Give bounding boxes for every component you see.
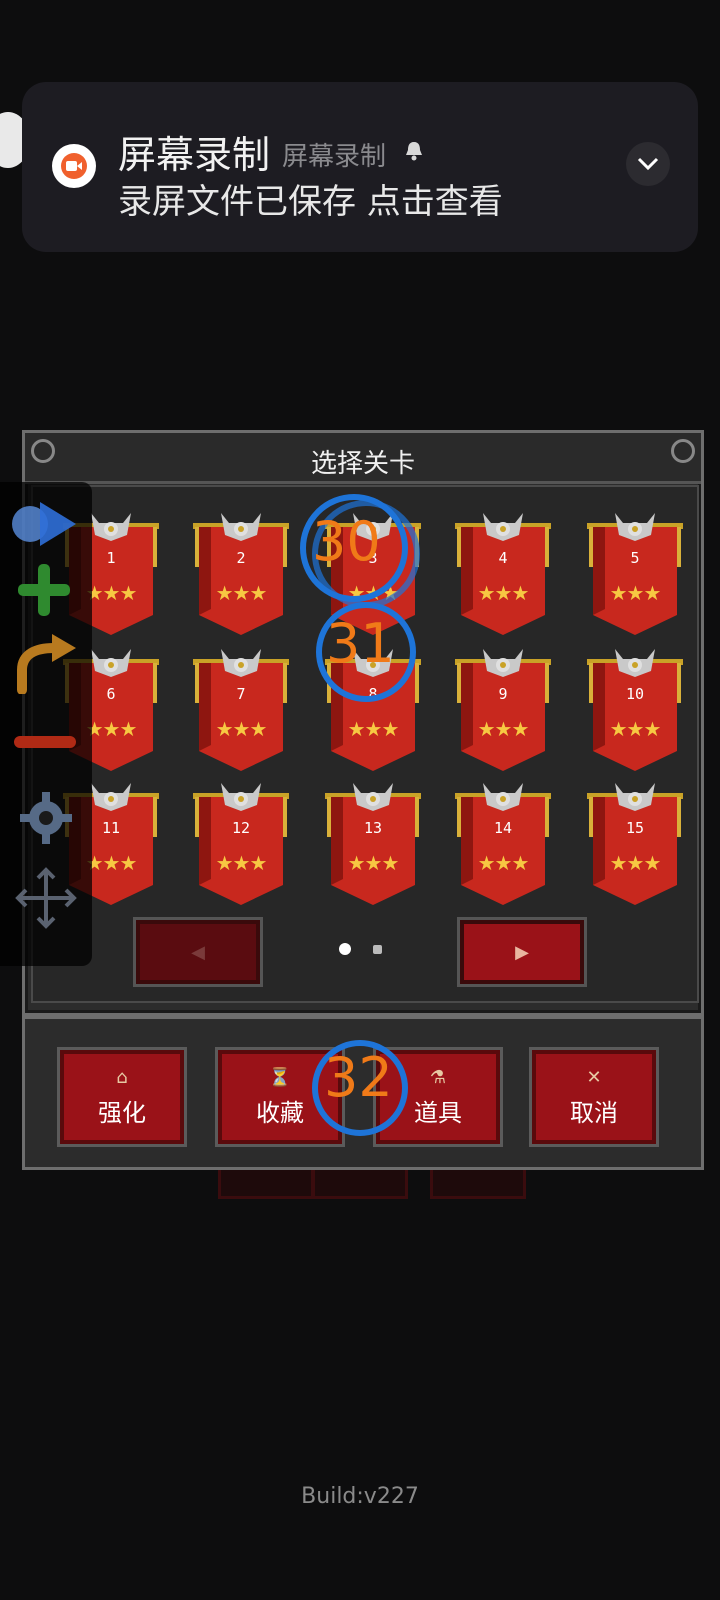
items-label: 道具 xyxy=(414,1098,462,1127)
level-stars: ★★★ xyxy=(477,717,530,741)
cancel-label: 取消 xyxy=(570,1098,618,1127)
level-stars: ★★★ xyxy=(215,851,268,875)
page-dot xyxy=(373,945,382,954)
upgrade-icon: ⌂ xyxy=(116,1066,128,1088)
banner-shape-icon xyxy=(193,513,289,635)
notification-body: 录屏文件已保存 点击查看 xyxy=(118,182,503,222)
level-number: 14 xyxy=(493,819,513,837)
banner-shape-icon xyxy=(455,783,551,905)
notification-app-name: 屏幕录制 xyxy=(282,142,387,172)
level-banner[interactable]: 2 ★★★ xyxy=(191,511,291,641)
level-number: 12 xyxy=(231,819,251,837)
cancel-button[interactable]: ✕ 取消 xyxy=(529,1047,659,1147)
floating-tool-panel xyxy=(0,482,92,966)
upgrade-button[interactable]: ⌂ 强化 xyxy=(57,1047,187,1147)
level-stars: ★★★ xyxy=(215,717,268,741)
level-number: 4 xyxy=(498,549,508,567)
level-banner[interactable]: 15 ★★★ xyxy=(585,781,685,911)
level-banner[interactable]: 12 ★★★ xyxy=(191,781,291,911)
touch-marker-number: 32 xyxy=(324,1046,393,1109)
collection-label: 收藏 xyxy=(256,1098,304,1127)
banner-shape-icon xyxy=(325,783,421,905)
bell-icon xyxy=(404,140,424,166)
notification-title: 屏幕录制 xyxy=(118,133,271,177)
level-number: 9 xyxy=(498,685,508,703)
add-icon[interactable] xyxy=(14,560,74,624)
level-number: 7 xyxy=(236,685,246,703)
play-icon[interactable] xyxy=(10,496,80,556)
level-banner[interactable]: 5 ★★★ xyxy=(585,511,685,641)
banner-shape-icon xyxy=(455,513,551,635)
level-stars: ★★★ xyxy=(609,717,662,741)
banner-shape-icon xyxy=(587,783,683,905)
move-arrows-icon[interactable] xyxy=(14,866,78,934)
level-banner[interactable]: 4 ★★★ xyxy=(453,511,553,641)
potion-icon: ⚗ xyxy=(429,1066,447,1088)
page-dot-active xyxy=(339,943,351,955)
dialog-header: 选择关卡 xyxy=(25,433,701,484)
level-number: 5 xyxy=(630,549,640,567)
level-number: 2 xyxy=(236,549,246,567)
screen-recording-notification[interactable]: 屏幕录制 屏幕录制 录屏文件已保存 点击查看 xyxy=(22,82,698,252)
banner-shape-icon xyxy=(587,649,683,771)
prev-page-button[interactable]: ◀ xyxy=(133,917,263,987)
level-number: 13 xyxy=(363,819,383,837)
level-stars: ★★★ xyxy=(477,851,530,875)
level-banner[interactable]: 10 ★★★ xyxy=(585,647,685,777)
cross-icon: ✕ xyxy=(586,1066,602,1088)
gear-icon[interactable] xyxy=(18,790,74,850)
level-stars: ★★★ xyxy=(609,851,662,875)
banner-shape-icon xyxy=(193,783,289,905)
level-stars: ★★★ xyxy=(347,851,400,875)
upgrade-label: 强化 xyxy=(98,1098,146,1127)
level-banner[interactable]: 14 ★★★ xyxy=(453,781,553,911)
redo-arrow-icon[interactable] xyxy=(14,634,78,698)
dialog-title: 选择关卡 xyxy=(310,449,415,479)
video-camera-icon xyxy=(52,144,96,188)
chevron-down-icon[interactable] xyxy=(626,142,670,186)
banner-shape-icon xyxy=(193,649,289,771)
level-stars: ★★★ xyxy=(477,581,530,605)
level-stars: ★★★ xyxy=(347,717,400,741)
banner-shape-icon xyxy=(455,649,551,771)
trophy-icon: ⏳ xyxy=(268,1066,292,1088)
level-stars: ★★★ xyxy=(215,581,268,605)
level-number: 10 xyxy=(625,685,645,703)
next-page-button[interactable]: ▶ xyxy=(457,917,587,987)
minus-icon[interactable] xyxy=(12,734,78,754)
build-version: Build:v227 xyxy=(301,1484,419,1509)
touch-marker-number: 30 xyxy=(312,510,381,573)
level-banner[interactable]: 9 ★★★ xyxy=(453,647,553,777)
touch-marker-number: 31 xyxy=(326,612,395,675)
level-banner[interactable]: 7 ★★★ xyxy=(191,647,291,777)
level-stars: ★★★ xyxy=(609,581,662,605)
level-banner[interactable]: 13 ★★★ xyxy=(323,781,423,911)
level-number: 15 xyxy=(625,819,645,837)
banner-shape-icon xyxy=(587,513,683,635)
